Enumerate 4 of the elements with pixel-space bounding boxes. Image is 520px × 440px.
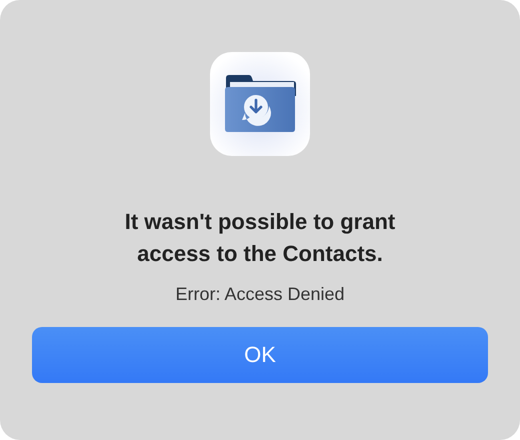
ok-button[interactable]: OK	[32, 327, 488, 383]
folder-download-icon	[210, 52, 310, 156]
alert-title: It wasn't possible to grant access to the Contacts.	[124, 208, 396, 268]
alert-message: Error: Access Denied	[175, 284, 345, 305]
